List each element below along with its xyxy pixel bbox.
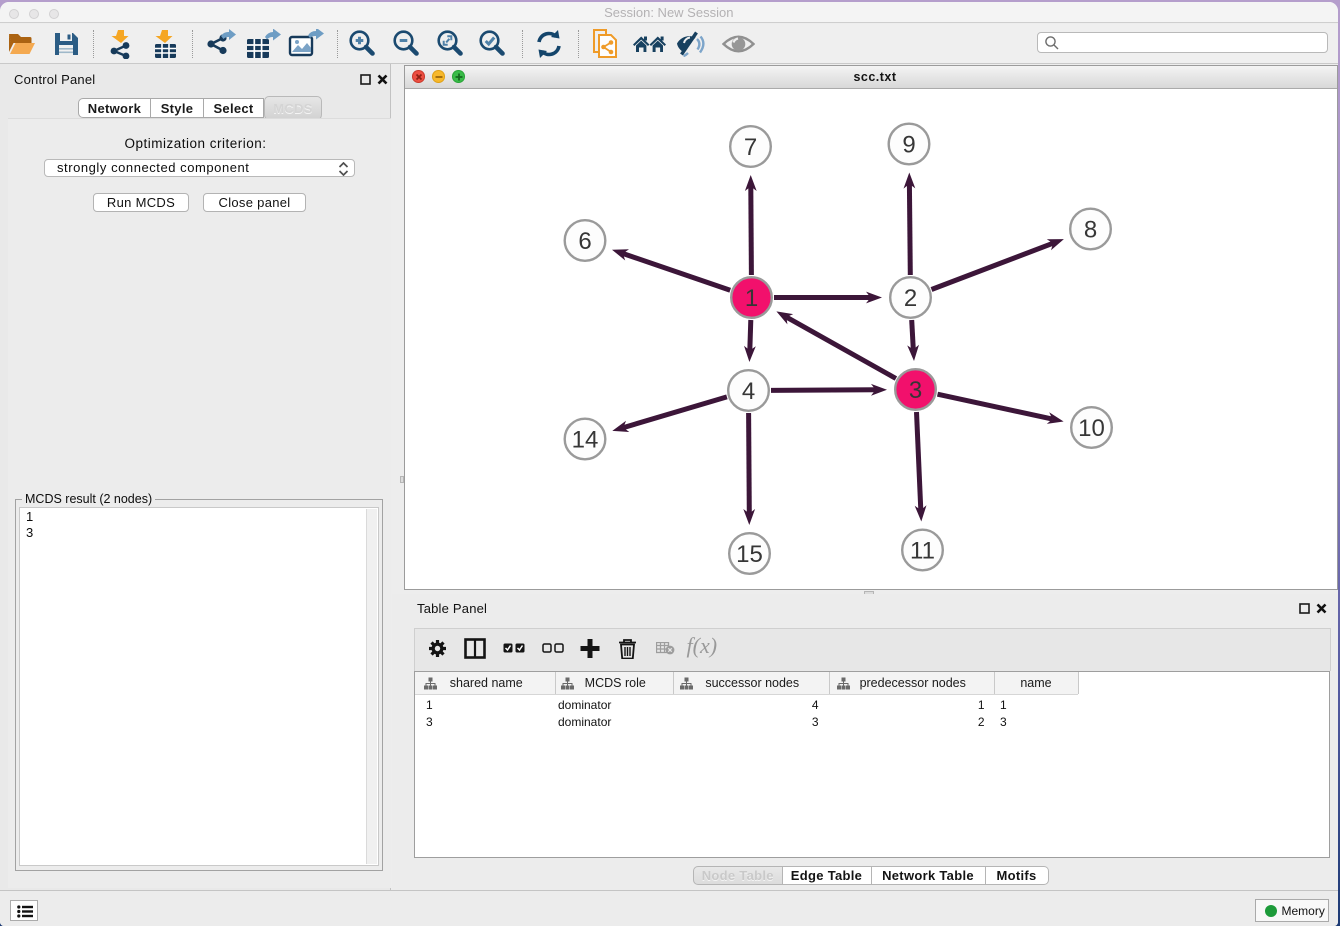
svg-text:15: 15 bbox=[736, 541, 763, 568]
svg-text:3: 3 bbox=[908, 377, 921, 404]
svg-text:10: 10 bbox=[1078, 415, 1105, 442]
svg-text:4: 4 bbox=[741, 378, 754, 405]
svg-text:9: 9 bbox=[902, 131, 915, 158]
svg-text:7: 7 bbox=[743, 134, 756, 161]
svg-text:6: 6 bbox=[578, 228, 591, 255]
svg-text:11: 11 bbox=[910, 537, 935, 564]
svg-text:2: 2 bbox=[903, 285, 916, 312]
svg-text:8: 8 bbox=[1083, 216, 1096, 243]
svg-text:1: 1 bbox=[744, 285, 757, 312]
svg-text:14: 14 bbox=[571, 426, 598, 453]
